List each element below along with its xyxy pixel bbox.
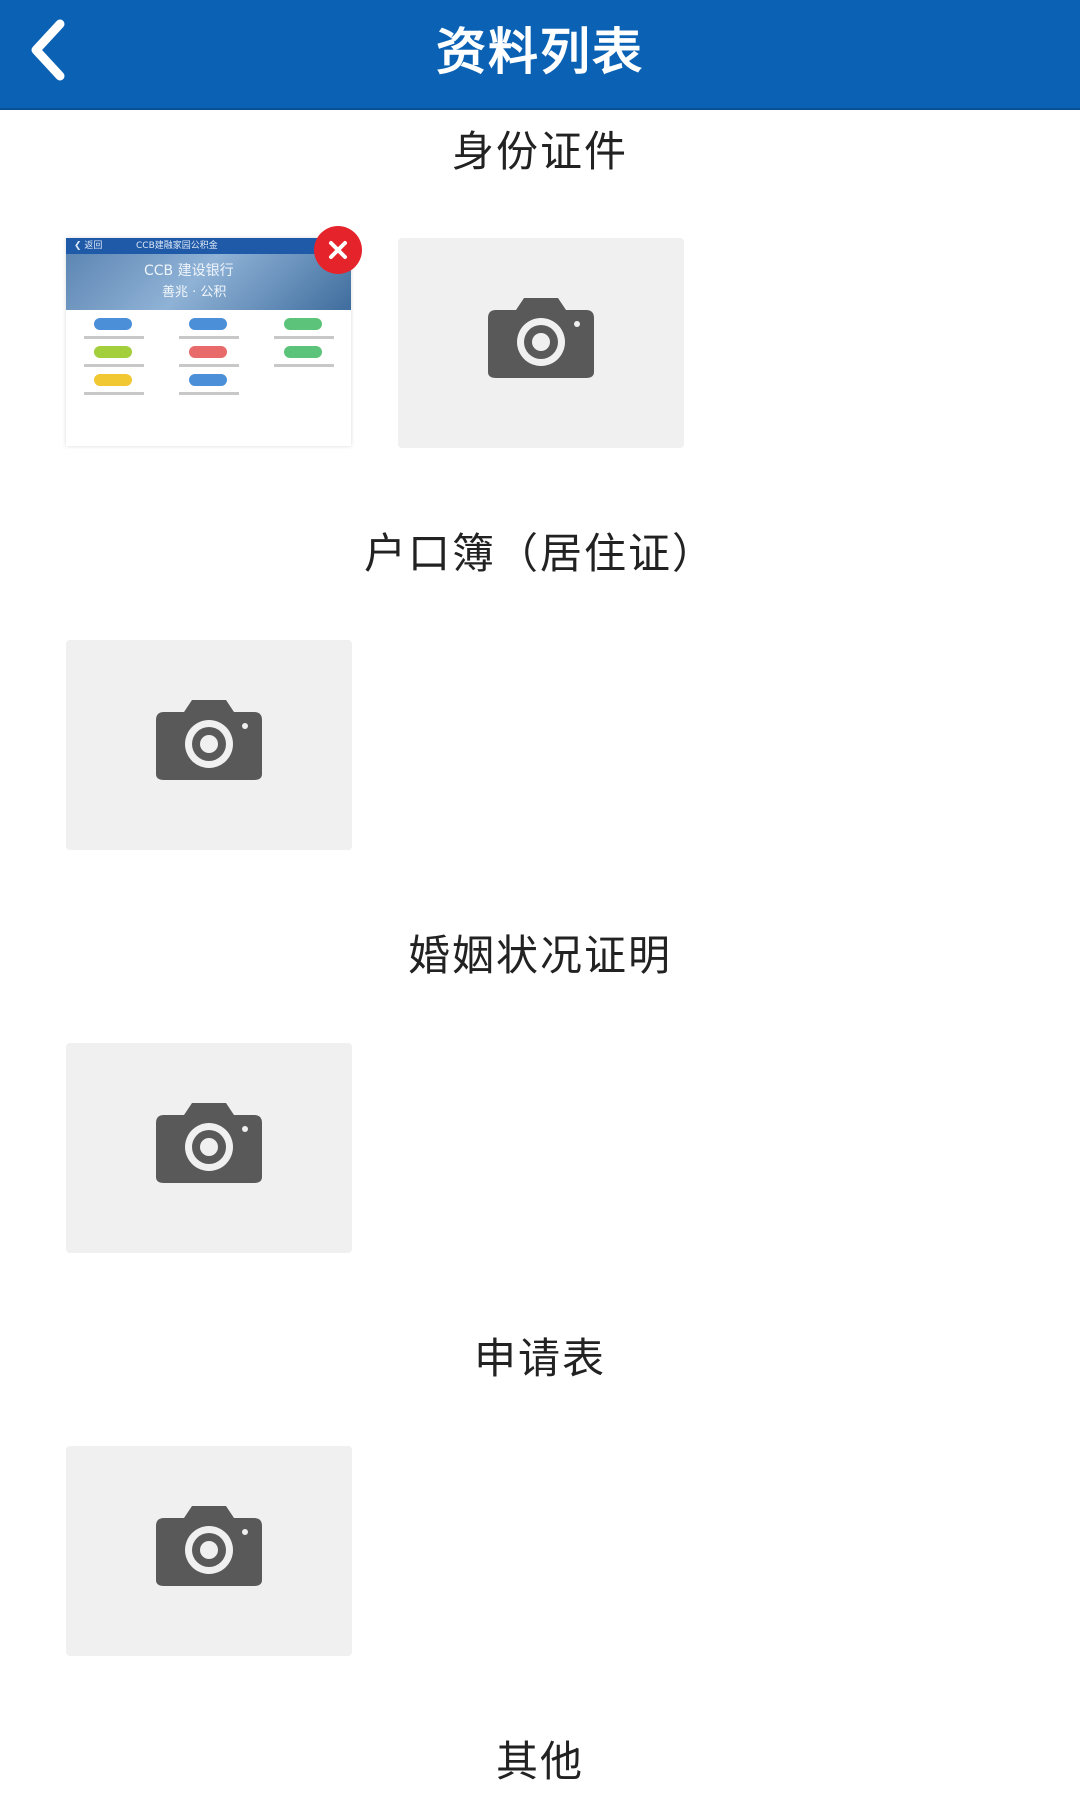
thumbnail-label <box>84 336 144 339</box>
thumbnail-icon <box>94 374 132 386</box>
camera-icon <box>156 700 262 780</box>
thumbnail-icon <box>189 346 227 358</box>
thumbnail-banner-line1: CCB 建设银行 <box>144 263 234 279</box>
thumbnail-icon <box>94 346 132 358</box>
thumbnail-back-text: ❮ 返回 <box>74 241 103 251</box>
camera-icon <box>156 1506 262 1586</box>
section-title-id-documents: 身份证件 <box>451 127 628 176</box>
thumbnail-banner: CCB 建设银行 善兆 · 公积 <box>66 254 351 310</box>
section-title-household-register: 户口簿（居住证） <box>363 529 716 578</box>
upload-photo-button-id-documents[interactable] <box>398 238 684 448</box>
thumbnail-banner-line2: 善兆 · 公积 <box>162 285 227 300</box>
camera-icon <box>488 298 594 378</box>
thumbnail-icon <box>94 318 132 330</box>
thumbnail-icon <box>189 318 227 330</box>
upload-photo-button-household-register[interactable] <box>66 640 352 850</box>
section-title-other: 其他 <box>495 1737 584 1786</box>
thumbnail-label <box>84 364 144 367</box>
delete-image-button[interactable] <box>314 226 362 274</box>
upload-photo-button-application-form[interactable] <box>66 1446 352 1656</box>
thumbnail-label <box>179 336 239 339</box>
thumbnail-title-text: CCB建融家园公积金 <box>136 241 218 251</box>
thumbnail-label <box>274 364 334 367</box>
section-title-application-form: 申请表 <box>473 1334 606 1383</box>
app-header: 资料列表 <box>0 0 1080 110</box>
thumbnail-top-bar: ❮ 返回 CCB建融家园公积金 <box>66 238 351 254</box>
thumbnail-icon <box>284 346 322 358</box>
thumbnail-label <box>179 364 239 367</box>
close-icon <box>329 241 347 259</box>
thumbnail-icon <box>189 374 227 386</box>
camera-icon <box>156 1103 262 1183</box>
page-title: 资料列表 <box>436 23 644 81</box>
thumbnail-label <box>84 392 144 395</box>
section-title-marital-status: 婚姻状况证明 <box>407 931 672 980</box>
thumbnail-label <box>274 336 334 339</box>
thumbnail-label <box>179 392 239 395</box>
thumbnail-icon <box>284 318 322 330</box>
uploaded-image-thumbnail[interactable]: ❮ 返回 CCB建融家园公积金 CCB 建设银行 善兆 · 公积 <box>66 238 351 446</box>
upload-photo-button-marital-status[interactable] <box>66 1043 352 1253</box>
